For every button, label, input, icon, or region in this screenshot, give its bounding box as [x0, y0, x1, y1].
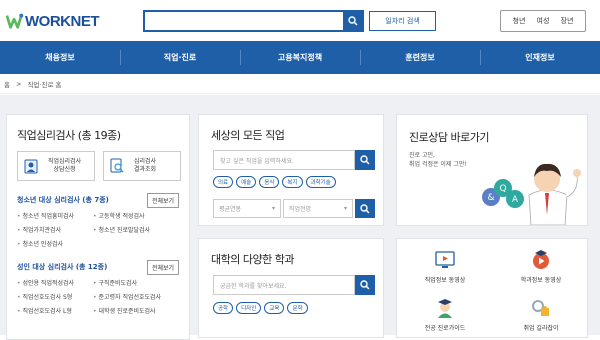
job-filter-search-button[interactable]: [355, 199, 375, 218]
nav-training[interactable]: 훈련정보: [360, 41, 480, 74]
audience-senior[interactable]: 장년: [561, 16, 574, 26]
youth-test-title: 청소년 대상 심리검사 (총 7종): [17, 196, 109, 204]
major-tag[interactable]: 공학: [213, 302, 234, 314]
chevron-down-icon: ▾: [271, 205, 275, 212]
major-tag[interactable]: 디자인: [236, 302, 262, 314]
logo-text: WORKNET: [25, 12, 100, 30]
search-icon: [360, 155, 370, 165]
quicklink-label: 직업정보 동영상: [424, 276, 466, 284]
list-item[interactable]: 청소년 인성검사: [17, 239, 93, 248]
chevron-down-icon: ▾: [343, 205, 347, 212]
nav-talent[interactable]: 인재정보: [480, 41, 600, 74]
quicklink-job-guide[interactable]: 취업 길라잡이: [493, 289, 589, 339]
major-tag[interactable]: 문학: [287, 302, 308, 314]
psych-apply-label-2: 상담신청: [53, 166, 76, 173]
bubble-q: &: [487, 193, 494, 203]
outlook-select[interactable]: 직업전망 ▾: [283, 199, 353, 218]
major-tag[interactable]: 교육: [264, 302, 285, 314]
quicklink-major-video[interactable]: 학과정보 동영상: [493, 241, 589, 291]
counsel-title: 진로상담 바로가기: [409, 131, 489, 144]
outlook-select-value: 직업전망: [289, 206, 312, 213]
search-icon: [360, 280, 370, 290]
quicklinks-panel: 직업정보 동영상 학과정보 동영상 전공 진로가이드 취업 길라잡이: [396, 238, 588, 338]
audience-women[interactable]: 여성: [537, 16, 550, 26]
search-button[interactable]: [343, 12, 362, 30]
job-tag[interactable]: 과학기술: [305, 176, 336, 188]
search-icon: [347, 16, 358, 26]
psych-result-button[interactable]: 심리검사 결과조회: [103, 151, 181, 181]
youth-test-list: 청소년 직업흥미검사 고등학생 적성검사 직업가치관검사 청소년 진로발달검사 …: [17, 211, 173, 248]
major-tags: 공학 디자인 교육 문학: [213, 302, 308, 314]
worknet-w-logo-icon: [6, 13, 24, 29]
youth-view-all-button[interactable]: 전체보기: [147, 193, 180, 208]
salary-select[interactable]: 평균연봉 ▾: [213, 199, 281, 218]
adult-view-all-button[interactable]: 전체보기: [147, 260, 180, 275]
list-item[interactable]: 성인용 직업적성검사: [17, 278, 93, 287]
majors-title: 대학의 다양한 학과: [211, 253, 294, 266]
quicklink-label: 취업 길라잡이: [523, 324, 559, 332]
psych-apply-label-1: 직업심리검사: [48, 158, 82, 165]
graduate-person-icon: [438, 298, 452, 318]
nav-career[interactable]: 직업·진로: [120, 41, 240, 74]
breadcrumb: 홈 > 직업·진로 홈: [0, 74, 600, 94]
main-nav: 채용정보 직업·진로 고용복지정책 훈련정보 인재정보: [0, 41, 600, 74]
quicklink-label: 전공 진로가이드: [424, 324, 466, 332]
job-search-submit-button[interactable]: [355, 150, 375, 170]
job-tag[interactable]: 음식: [259, 176, 280, 188]
job-tag[interactable]: 복지: [282, 176, 303, 188]
counsel-description: 진로 고민, 취업 걱정은 이제 그만!: [409, 151, 467, 169]
list-item[interactable]: 청소년 진로발달검사: [93, 225, 173, 234]
worknet-logo[interactable]: WORKNET: [6, 10, 100, 32]
quicklink-job-video[interactable]: 직업정보 동영상: [397, 241, 493, 291]
adult-test-list: 성인용 직업적성검사 구직준비도검사 직업선호도검사 S형 준고령자 직업선호도…: [17, 278, 173, 315]
salary-select-value: 평균연봉: [219, 206, 242, 213]
list-item[interactable]: 준고령자 직업선호도검사: [93, 292, 173, 301]
puzzle-gear-icon: [532, 299, 549, 316]
psych-result-label-2: 결과조회: [134, 166, 157, 173]
list-item[interactable]: 직업선호도검사 S형: [17, 292, 93, 301]
counsel-person-icon: [24, 159, 38, 174]
list-item[interactable]: 직업가치관검사: [17, 225, 93, 234]
job-tag[interactable]: 의료: [213, 176, 234, 188]
list-item[interactable]: 구직준비도검사: [93, 278, 173, 287]
nav-welfare[interactable]: 고용복지정책: [240, 41, 360, 74]
adult-test-title: 성인 대상 심리검사 (총 12종): [17, 263, 108, 271]
list-item[interactable]: 직업선호도검사 L형: [17, 306, 93, 315]
quicklink-career-guide[interactable]: 전공 진로가이드: [397, 289, 493, 339]
list-item[interactable]: 청소년 직업흥미검사: [17, 211, 93, 220]
audience-youth[interactable]: 청년: [513, 16, 526, 26]
breadcrumb-home[interactable]: 홈: [4, 79, 10, 89]
counsel-desc-line1: 진로 고민,: [409, 152, 435, 159]
majors-panel: 대학의 다양한 학과 궁금한 학과를 찾아보세요. 공학 디자인 교육 문학: [198, 238, 384, 338]
psych-apply-button[interactable]: 직업심리검사 상담신청: [17, 151, 95, 181]
major-search-input[interactable]: 궁금한 학과를 찾아보세요.: [213, 275, 355, 295]
job-search-button[interactable]: 일자리 검색: [369, 11, 436, 31]
psych-test-panel: 직업심리검사 (총 19종) 직업심리검사 상담신청 심리검사 결과조회 청소년 대…: [6, 114, 190, 340]
psych-result-label-1: 심리검사: [134, 158, 157, 165]
job-search-input[interactable]: 찾고 싶은 직업을 입력하세요.: [213, 150, 355, 170]
bubble-a: A: [512, 195, 519, 205]
bubble-amp: Q: [499, 184, 506, 194]
job-tags: 의료 예술 음식 복지 과학기술: [213, 176, 336, 188]
breadcrumb-current: 직업·진로 홈: [27, 80, 62, 89]
jobs-title: 세상의 모든 직업: [211, 129, 285, 142]
counsel-panel[interactable]: 진로상담 바로가기 진로 고민, 취업 걱정은 이제 그만! & Q A: [396, 114, 588, 226]
jobs-panel: 세상의 모든 직업 찾고 싶은 직업을 입력하세요. 의료 예술 음식 복지 과…: [198, 114, 384, 226]
search-icon: [360, 203, 370, 214]
counsel-desc-line2: 취업 걱정은 이제 그만!: [409, 161, 467, 168]
list-item[interactable]: 고등학생 적성검사: [93, 211, 173, 220]
major-search-submit-button[interactable]: [355, 275, 375, 295]
list-item[interactable]: 대학생 진로준비도검사: [93, 306, 173, 315]
counselor-illustration: & Q A: [482, 163, 581, 225]
audience-selector: 청년 여성 장년: [500, 10, 586, 32]
breadcrumb-separator: >: [15, 79, 22, 88]
job-tag[interactable]: 예술: [236, 176, 257, 188]
quicklink-label: 학과정보 동영상: [520, 276, 562, 284]
nav-recruit[interactable]: 채용정보: [0, 41, 120, 74]
psych-title: 직업심리검사 (총 19종): [17, 129, 121, 142]
video-monitor-icon: [435, 250, 455, 268]
global-search-box[interactable]: [143, 10, 364, 32]
play-graduation-icon: [533, 249, 549, 269]
result-search-icon: [110, 158, 124, 173]
